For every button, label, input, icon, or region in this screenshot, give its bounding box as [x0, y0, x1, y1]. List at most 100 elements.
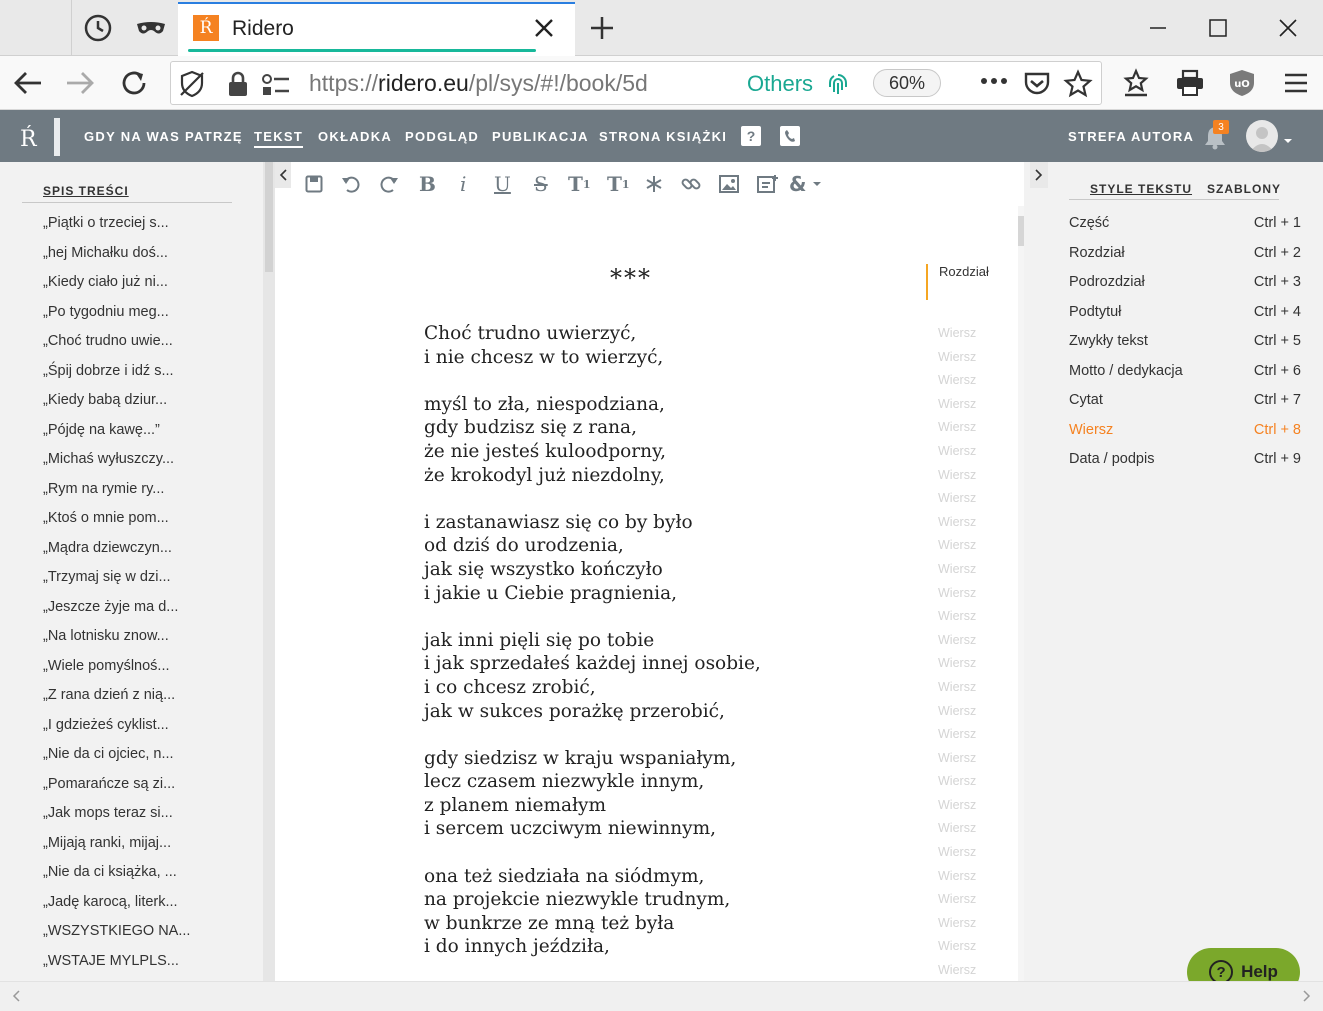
- style-item-podtytul[interactable]: Podtytuł Ctrl + 4: [1069, 304, 1301, 326]
- line-style-label[interactable]: Wiersz: [938, 888, 976, 912]
- chapter-heading[interactable]: ***: [610, 264, 652, 292]
- style-item-motto[interactable]: Motto / dedykacja Ctrl + 6: [1069, 363, 1301, 385]
- tab-ridero[interactable]: Ŕ Ridero: [178, 2, 575, 56]
- line-style-label[interactable]: Wiersz: [938, 369, 976, 393]
- editor-page[interactable]: *** Rozdział Choć trudno uwierzyć, i nie …: [275, 206, 1020, 981]
- tab-szablony[interactable]: SZABLONY: [1207, 182, 1281, 196]
- image-icon[interactable]: [719, 172, 739, 196]
- toc-item[interactable]: „Rym na rymie ry...: [43, 478, 263, 508]
- avatar[interactable]: [1246, 120, 1278, 152]
- toc-item[interactable]: „Kiedy babą dziur...: [43, 389, 263, 419]
- toc-item[interactable]: „Wiele pomyślnoś...: [43, 655, 263, 685]
- lock-icon[interactable]: [226, 70, 250, 103]
- more-actions-icon[interactable]: [979, 74, 1009, 93]
- line-style-label[interactable]: Wiersz: [938, 935, 976, 959]
- toc-item[interactable]: „Na lotnisku znow...: [43, 625, 263, 655]
- tracking-protection-icon[interactable]: [177, 69, 207, 104]
- poem-line[interactable]: i jakie u Ciebie pragnienia,: [424, 582, 761, 606]
- nav-publikacja[interactable]: PUBLIKACJA: [492, 129, 589, 144]
- poem-line[interactable]: Choć trudno uwierzyć,: [424, 322, 761, 346]
- line-style-label[interactable]: Wiersz: [938, 770, 976, 794]
- bookmark-star-icon[interactable]: [1063, 69, 1093, 104]
- toc-item[interactable]: „Mijają ranki, mijaj...: [43, 832, 263, 862]
- poem-line[interactable]: na projekcie niezwykle trudnym,: [424, 888, 761, 912]
- special-chars-button[interactable]: &: [789, 172, 822, 196]
- toc-scrollbar[interactable]: [263, 162, 275, 981]
- poem-line[interactable]: i jak sprzedałeś każdej innej osobie,: [424, 652, 761, 676]
- nav-strona-ksiazki[interactable]: STRONA KSIĄŻKI: [599, 129, 727, 144]
- toc-item[interactable]: „Choć trudno uwie...: [43, 330, 263, 360]
- underline-button[interactable]: U: [494, 172, 511, 196]
- toc-item[interactable]: „Z rana dzień z nią...: [43, 684, 263, 714]
- style-item-wiersz[interactable]: Wiersz Ctrl + 8: [1069, 422, 1301, 444]
- poem-line[interactable]: że krokodyl już niezdolny,: [424, 464, 761, 488]
- toc-item[interactable]: „Jak mops teraz si...: [43, 802, 263, 832]
- poem-line[interactable]: jak inni pięli się po tobie: [424, 629, 761, 653]
- toc-item[interactable]: „Pomarańcze są zi...: [43, 773, 263, 803]
- line-style-label[interactable]: Wiersz: [938, 393, 976, 417]
- nav-okladka[interactable]: OKŁADKA: [318, 129, 392, 144]
- line-style-label[interactable]: Wiersz: [938, 629, 976, 653]
- poem-line[interactable]: ona też siedziała na siódmym,: [424, 865, 761, 889]
- poem-line[interactable]: jak w sukces porażkę przerobić,: [424, 700, 761, 724]
- line-style-label[interactable]: Wiersz: [938, 322, 976, 346]
- url-text[interactable]: https://ridero.eu/pl/sys/#!/book/5d: [309, 70, 691, 97]
- maximize-icon[interactable]: [1200, 10, 1236, 46]
- nav-podglad[interactable]: PODGLĄD: [405, 129, 479, 144]
- book-title[interactable]: GDY NA WAS PATRZĘ: [84, 129, 243, 144]
- line-style-label[interactable]: Wiersz: [938, 346, 976, 370]
- ridero-logo[interactable]: Ŕ: [14, 116, 62, 156]
- poem-line[interactable]: lecz czasem niezwykle innym,: [424, 770, 761, 794]
- line-style-label[interactable]: Wiersz: [938, 959, 976, 981]
- toc-item[interactable]: „Mądra dziewczyn...: [43, 537, 263, 567]
- superscript-button[interactable]: T1: [607, 172, 630, 196]
- asterism-icon[interactable]: [645, 172, 663, 196]
- toc-item[interactable]: „I gdzieżeś cyklist...: [43, 714, 263, 744]
- poem-line[interactable]: [424, 369, 761, 393]
- poem-line[interactable]: [424, 841, 761, 865]
- poem-line[interactable]: z planem niemałym: [424, 794, 761, 818]
- zoom-level-button[interactable]: 60%: [873, 69, 941, 97]
- print-icon[interactable]: [1170, 63, 1210, 103]
- style-item-zwykly-tekst[interactable]: Zwykły tekst Ctrl + 5: [1069, 333, 1301, 355]
- toc-item[interactable]: „WSZYSTKIEGO NA...: [43, 920, 263, 950]
- toc-item[interactable]: „Jadę karocą, literk...: [43, 891, 263, 921]
- toc-item[interactable]: „Po tygodniu meg...: [43, 301, 263, 331]
- close-tab-icon[interactable]: [530, 14, 558, 42]
- line-style-label[interactable]: Wiersz: [938, 912, 976, 936]
- undo-icon[interactable]: [341, 172, 361, 196]
- line-style-label[interactable]: Wiersz: [938, 605, 976, 629]
- ublock-shield-icon[interactable]: uO: [1222, 63, 1262, 103]
- reload-icon[interactable]: [114, 63, 154, 103]
- line-style-label[interactable]: Wiersz: [938, 416, 976, 440]
- poem-line[interactable]: i sercem uczciwym niewinnym,: [424, 817, 761, 841]
- style-item-data-podpis[interactable]: Data / podpis Ctrl + 9: [1069, 451, 1301, 473]
- toc-item[interactable]: „Śpij dobrze i idź s...: [43, 360, 263, 390]
- bold-button[interactable]: B: [419, 172, 436, 196]
- fingerprint-icon[interactable]: [827, 72, 849, 101]
- toc-item[interactable]: „Ktoś o mnie pom...: [43, 507, 263, 537]
- style-item-rozdzial[interactable]: Rozdział Ctrl + 2: [1069, 245, 1301, 267]
- line-style-label[interactable]: Wiersz: [938, 534, 976, 558]
- author-zone-link[interactable]: STREFA AUTORA: [1068, 129, 1194, 144]
- poem-line[interactable]: w bunkrze ze mną też była: [424, 912, 761, 936]
- line-style-label[interactable]: Wiersz: [938, 747, 976, 771]
- save-icon[interactable]: [305, 172, 323, 196]
- poem-line[interactable]: myśl to zła, niespodziana,: [424, 393, 761, 417]
- history-icon[interactable]: [76, 0, 120, 56]
- line-style-label[interactable]: Wiersz: [938, 487, 976, 511]
- line-style-label[interactable]: Wiersz: [938, 676, 976, 700]
- line-style-label[interactable]: Wiersz: [938, 464, 976, 488]
- line-style-label[interactable]: Wiersz: [938, 511, 976, 535]
- toc-scrollbar-thumb[interactable]: [265, 162, 273, 272]
- url-bar[interactable]: https://ridero.eu/pl/sys/#!/book/5d Othe…: [170, 61, 1102, 105]
- nav-tekst[interactable]: TEKST: [254, 129, 304, 148]
- redo-icon[interactable]: [379, 172, 399, 196]
- poem-line[interactable]: i co chcesz zrobić,: [424, 676, 761, 700]
- line-style-label[interactable]: Wiersz: [938, 558, 976, 582]
- toc-item[interactable]: „Nie da ci ojciec, n...: [43, 743, 263, 773]
- poem-line[interactable]: [424, 723, 761, 747]
- poem-line[interactable]: i nie chcesz w to wierzyć,: [424, 346, 761, 370]
- horizontal-scrollbar[interactable]: [0, 981, 1323, 1011]
- line-style-label[interactable]: Wiersz: [938, 440, 976, 464]
